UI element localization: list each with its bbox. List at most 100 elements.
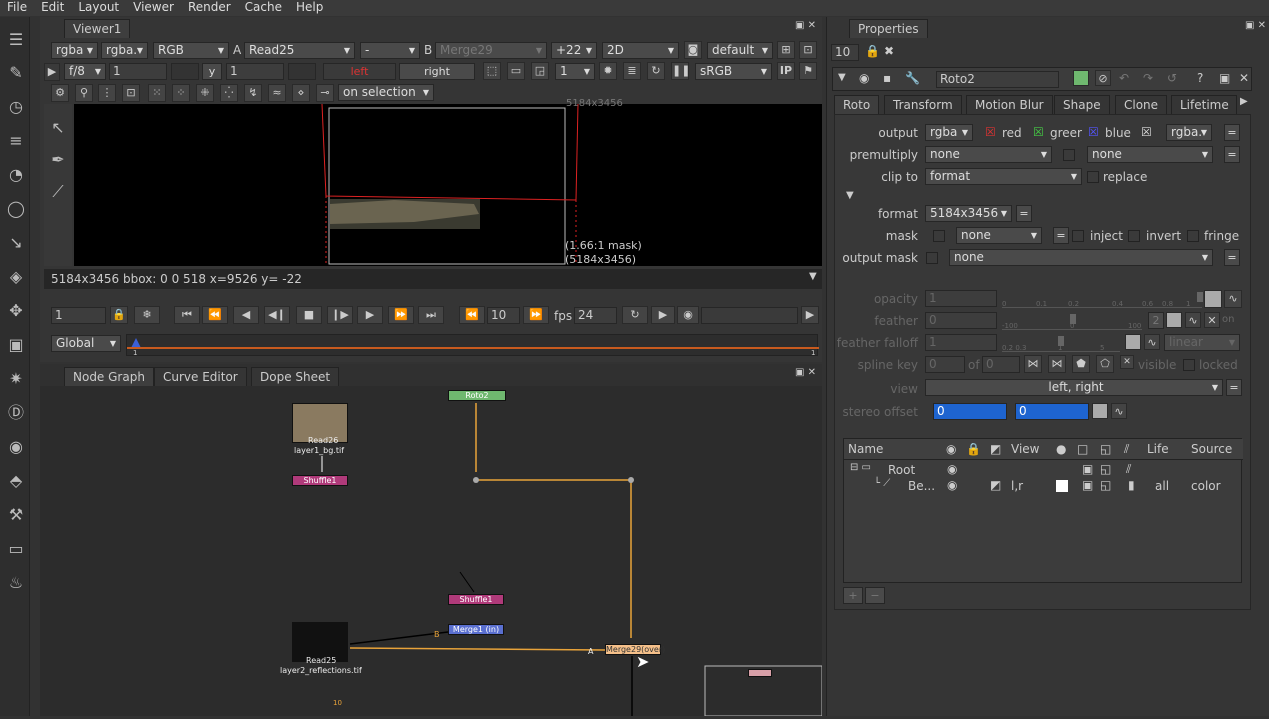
premult-checkbox[interactable] bbox=[1063, 149, 1075, 161]
premult-expr-button[interactable]: = bbox=[1224, 146, 1240, 163]
lock-panel-icon[interactable]: 🔒 bbox=[865, 44, 880, 58]
proxy-dropdown[interactable]: 1 ▼ bbox=[555, 63, 595, 80]
node-read25[interactable]: Read25 bbox=[306, 656, 336, 665]
fringe-checkbox[interactable] bbox=[1187, 230, 1199, 242]
outmask-dropdown[interactable]: none ▼ bbox=[949, 249, 1213, 266]
remove-points-icon[interactable]: ⁘ bbox=[172, 84, 190, 102]
menu-help[interactable]: Help bbox=[289, 0, 330, 16]
bezier-motion-icon[interactable]: ▮ bbox=[1128, 478, 1135, 492]
float-icon[interactable]: ▣ ✕ bbox=[795, 20, 816, 31]
deep-icon[interactable]: Ⓓ bbox=[6, 403, 26, 423]
3d-icon[interactable]: ▣ bbox=[6, 335, 26, 355]
info-menu-icon[interactable]: ▼ bbox=[809, 271, 817, 282]
alpha-dropdown[interactable]: rgba. ▼ bbox=[1166, 124, 1212, 141]
list-icon[interactable]: ≣ bbox=[623, 62, 641, 80]
cusp-icon[interactable]: ⋄ bbox=[292, 84, 310, 102]
output-dropdown[interactable]: rgba ▼ bbox=[925, 124, 973, 141]
view-dropdown[interactable]: left, right ▼ bbox=[925, 379, 1223, 396]
a-input-dropdown[interactable]: Read25 ▼ bbox=[244, 42, 355, 59]
frame-field[interactable]: 1 bbox=[51, 307, 106, 324]
play-icon[interactable]: ▶ bbox=[44, 63, 60, 81]
close-node-icon[interactable]: ✕ bbox=[1239, 71, 1249, 85]
play-backward-icon[interactable]: ◀ bbox=[233, 306, 259, 324]
red-checkbox[interactable]: ☒ bbox=[985, 125, 996, 139]
add-key-icon[interactable]: ⬟ bbox=[1072, 355, 1090, 373]
view-mode-dropdown[interactable]: 2D ▼ bbox=[602, 42, 679, 59]
feather-anim-icon[interactable] bbox=[1166, 312, 1182, 328]
prev-key-icon[interactable]: ⋈ bbox=[1024, 355, 1042, 373]
grid-icon[interactable]: ⊞ bbox=[777, 41, 795, 59]
lock-icon[interactable]: 🔒 bbox=[110, 306, 128, 324]
mask-dropdown[interactable]: none ▼ bbox=[956, 227, 1042, 244]
menu-viewer[interactable]: Viewer bbox=[126, 0, 181, 16]
ip-button[interactable]: IP bbox=[777, 62, 795, 80]
next-frame-icon[interactable]: ❙▶ bbox=[327, 306, 353, 324]
tab-viewer1[interactable]: Viewer1 bbox=[64, 19, 131, 38]
clone-brush-icon[interactable]: ⟋ bbox=[48, 182, 68, 202]
table-row-bezier[interactable]: └ ⟋ Be... ◉ ◩ l,r ▣ ◱ ▮ all color bbox=[844, 478, 1243, 494]
filter-icon[interactable]: ↘ bbox=[6, 233, 26, 253]
inject-checkbox[interactable] bbox=[1072, 230, 1084, 242]
center-icon[interactable]: ▪ bbox=[883, 71, 891, 85]
col-view[interactable]: View bbox=[1011, 442, 1039, 456]
tab-curve-editor[interactable]: Curve Editor bbox=[154, 367, 247, 386]
clipto-dropdown[interactable]: format ▼ bbox=[925, 168, 1082, 185]
revert-icon[interactable]: ↺ bbox=[1167, 71, 1177, 85]
tab-transform[interactable]: Transform bbox=[884, 95, 962, 114]
node-color-icon[interactable] bbox=[1073, 70, 1089, 86]
add-points-icon[interactable]: ⁙ bbox=[148, 84, 166, 102]
node-read26[interactable]: Read26 bbox=[308, 436, 338, 445]
opacity-handle[interactable] bbox=[1197, 292, 1203, 302]
tab-lifetime[interactable]: Lifetime bbox=[1171, 95, 1237, 114]
time-icon[interactable]: ◷ bbox=[6, 97, 26, 117]
gamma-field[interactable]: 1 bbox=[226, 63, 284, 80]
colorspace-dropdown[interactable]: sRGB ▼ bbox=[695, 63, 772, 80]
input-process-icon[interactable]: ⚑ bbox=[799, 62, 817, 80]
tab-scroll-icon[interactable]: ▶ bbox=[1240, 96, 1248, 107]
select-arrow-icon[interactable]: ↖ bbox=[48, 118, 68, 138]
roi-icon[interactable]: ⊡ bbox=[799, 41, 817, 59]
opacity-slider[interactable]: 0 0.1 0.2 0.4 0.6 0.8 1 bbox=[1002, 292, 1203, 308]
feather-field[interactable]: 0 bbox=[925, 312, 997, 329]
root-overlay-icon[interactable]: ▣ bbox=[1082, 462, 1093, 476]
max-panels-field[interactable]: 10 bbox=[831, 44, 859, 61]
ng-float-icon[interactable]: ▣ ✕ bbox=[795, 367, 816, 378]
tab-node-graph[interactable]: Node Graph bbox=[64, 367, 154, 386]
layers-icon[interactable]: ◈ bbox=[6, 267, 26, 287]
roi2-icon[interactable]: ⬚ bbox=[483, 62, 501, 80]
tab-clone[interactable]: Clone bbox=[1115, 95, 1168, 114]
brush-icon[interactable]: ✎ bbox=[6, 63, 26, 83]
b-input-dropdown[interactable]: Merge29 ▼ bbox=[435, 42, 547, 59]
spline-key-field[interactable]: 0 bbox=[925, 356, 965, 373]
channels2-dropdown[interactable]: rgba. ▼ bbox=[101, 42, 148, 59]
feather-num-button[interactable]: 2 bbox=[1148, 312, 1164, 329]
premult2-dropdown[interactable]: none ▼ bbox=[1087, 146, 1213, 163]
loop-icon[interactable]: ↻ bbox=[622, 306, 648, 324]
link-icon[interactable]: ⚲ bbox=[75, 84, 93, 102]
lut-dropdown[interactable]: default ▼ bbox=[707, 42, 773, 59]
blue-checkbox[interactable]: ☒ bbox=[1088, 125, 1099, 139]
group-collapse-icon[interactable]: ▼ bbox=[846, 190, 854, 201]
metadata-icon[interactable]: ⬘ bbox=[6, 471, 26, 491]
transform-points-icon[interactable]: ⁛ bbox=[220, 84, 238, 102]
display-channel-dropdown[interactable]: RGB ▼ bbox=[153, 42, 229, 59]
bezier-visible-icon[interactable]: ◉ bbox=[947, 478, 957, 492]
circle-icon[interactable]: ◯ bbox=[6, 199, 26, 219]
first-frame-icon[interactable]: ⏮ bbox=[174, 306, 200, 324]
falloff-anim-icon[interactable] bbox=[1125, 334, 1141, 350]
viewer-toggle-icon[interactable]: ◉ bbox=[859, 71, 869, 85]
step-field[interactable]: 10 bbox=[487, 307, 520, 324]
stereo-curve-icon[interactable]: ∿ bbox=[1111, 403, 1127, 419]
zoom-dropdown[interactable]: +22 ▼ bbox=[551, 42, 597, 59]
root-visible-icon[interactable]: ◉ bbox=[947, 462, 957, 476]
timeline-bar[interactable]: 1 1 bbox=[126, 334, 819, 357]
falloff-field[interactable]: 1 bbox=[925, 334, 997, 351]
gamma-toggle[interactable]: y bbox=[202, 63, 222, 80]
outmask-checkbox[interactable] bbox=[926, 252, 938, 264]
menu-render[interactable]: Render bbox=[181, 0, 238, 16]
premult-dropdown[interactable]: none ▼ bbox=[925, 146, 1052, 163]
alpha-checkbox[interactable]: ☒ bbox=[1141, 125, 1152, 139]
undo-icon[interactable]: ↶ bbox=[1119, 71, 1129, 85]
menu-cache[interactable]: Cache bbox=[238, 0, 289, 16]
col-source[interactable]: Source bbox=[1191, 442, 1232, 456]
